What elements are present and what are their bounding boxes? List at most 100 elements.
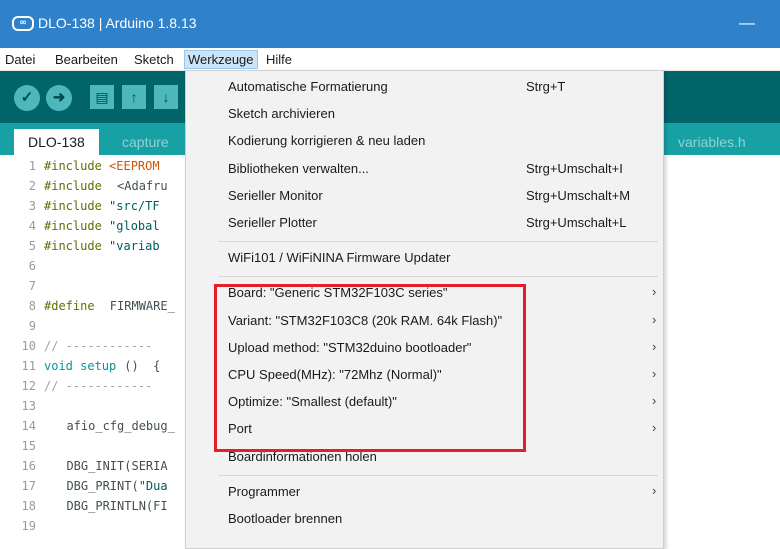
code-token: #include (44, 199, 110, 213)
menu-item-shortcut: Strg+Umschalt+M (526, 187, 631, 203)
line-number: 6 (28, 259, 36, 273)
code-token: #include (44, 239, 110, 253)
chevron-right-icon: › (652, 482, 657, 498)
line-number: 9 (28, 319, 36, 333)
menu-item[interactable]: Kodierung korrigieren & neu laden (186, 129, 663, 155)
code-line: 4 #include "global (0, 217, 160, 235)
code-text: #include "src/TF (36, 199, 160, 213)
line-number: 10 (21, 339, 36, 353)
menu-separator (218, 474, 658, 476)
code-line: 8 #define FIRMWARE_ (0, 297, 175, 315)
code-line: 2 #include <Adafru (0, 177, 168, 195)
code-token: void (44, 359, 81, 373)
menu-item[interactable]: Automatische Formatierung Strg+T (186, 75, 663, 101)
code-token: DBG_INIT(SERIA (52, 459, 168, 473)
window-title: DLO-138 | Arduino 1.8.13 (38, 15, 197, 31)
menu-item[interactable]: Bootloader brennen (186, 507, 663, 533)
tab-capture[interactable]: capture (108, 129, 183, 155)
menu-item[interactable]: Sketch archivieren (186, 102, 663, 128)
code-token: <Adafru (117, 179, 168, 193)
code-line: 14 afio_cfg_debug_ (0, 417, 175, 435)
menu-item[interactable]: CPU Speed(MHz): "72Mhz (Normal)" › (186, 363, 663, 389)
code-text: DBG_PRINT("Dua (36, 479, 167, 493)
menu-sketch[interactable]: Sketch (131, 51, 177, 68)
menu-item-label: Boardinformationen holen (228, 448, 377, 464)
menu-item-label: Automatische Formatierung (228, 79, 388, 94)
code-line: 11 void setup () { (0, 357, 161, 375)
menu-item[interactable]: Serieller Monitor Strg+Umschalt+M (186, 184, 663, 210)
code-token: DBG_PRINTLN(FI (52, 499, 168, 513)
chevron-right-icon: › (652, 284, 657, 300)
menu-item-label: WiFi101 / WiFiNINA Firmware Updater (228, 250, 451, 266)
code-line: 12 // ------------ (0, 377, 153, 395)
menu-item[interactable]: Variant: "STM32F103C8 (20k RAM. 64k Flas… (186, 309, 663, 335)
tab-variables-h[interactable]: variables.h (664, 129, 760, 155)
line-number: 16 (21, 459, 36, 473)
menu-item[interactable]: Bibliotheken verwalten... Strg+Umschalt+I (186, 157, 663, 183)
line-number: 3 (28, 199, 36, 213)
code-token: // ------------ (44, 379, 153, 393)
menu-item[interactable]: Port › (186, 417, 663, 443)
code-text: // ------------ (36, 339, 152, 353)
code-token: "src/TF (109, 199, 160, 213)
code-line: 19 (0, 517, 44, 535)
menu-item-label: Sketch archivieren (228, 106, 335, 122)
code-text: DBG_INIT(SERIA (36, 459, 168, 473)
code-text: DBG_PRINTLN(FI (36, 499, 168, 513)
menu-item-label: Kodierung korrigieren & neu laden (228, 133, 426, 149)
code-text: afio_cfg_debug_ (36, 419, 174, 433)
chevron-right-icon: › (652, 393, 657, 409)
code-token: DBG_PRINT( (52, 479, 139, 493)
menu-item-shortcut: Strg+Umschalt+L (526, 215, 627, 230)
code-text: #include "variab (36, 239, 160, 253)
menu-item-label: Bibliotheken verwalten... (228, 160, 369, 176)
menu-item[interactable]: WiFi101 / WiFiNINA Firmware Updater (186, 246, 663, 272)
verify-icon[interactable]: ✓ (14, 85, 40, 111)
tab-dlo138[interactable]: DLO-138 (14, 129, 99, 155)
save-icon[interactable]: ↓ (154, 85, 178, 109)
chevron-right-icon: › (652, 311, 657, 327)
menu-datei[interactable]: Datei (2, 51, 38, 68)
menu-item-label: Serieller Monitor (228, 187, 323, 203)
new-icon[interactable]: ▤ (90, 85, 114, 109)
code-text: void setup () { (36, 359, 160, 373)
menu-item[interactable]: Optimize: "Smallest (default)" › (186, 390, 663, 416)
menu-item[interactable]: Serieller Plotter Strg+Umschalt+L (186, 211, 663, 237)
code-token: <EEPROM (109, 159, 160, 173)
code-token: () { (124, 359, 161, 373)
code-line: 13 (0, 397, 44, 415)
menu-item[interactable]: Boardinformationen holen (186, 445, 663, 471)
line-number: 15 (21, 439, 36, 453)
line-number: 5 (28, 239, 36, 253)
menu-item-label: Serieller Plotter (228, 215, 317, 230)
menu-item[interactable]: Programmer › (186, 480, 663, 506)
code-text: // ------------ (36, 379, 152, 393)
menu-bar: Datei Bearbeiten Sketch Werkzeuge Hilfe (0, 48, 780, 71)
chevron-right-icon: › (652, 420, 657, 436)
menu-item-label: CPU Speed(MHz): "72Mhz (Normal)" (228, 367, 442, 382)
code-line: 6 (0, 257, 44, 275)
menu-bearbeiten[interactable]: Bearbeiten (52, 51, 121, 68)
menu-item[interactable]: Upload method: "STM32duino bootloader" › (186, 336, 663, 362)
code-line: 1 #include <EEPROM (0, 157, 160, 175)
menu-werkzeuge[interactable]: Werkzeuge (184, 50, 258, 69)
upload-icon[interactable]: ➜ (46, 85, 72, 111)
code-line: 17 DBG_PRINT("Dua (0, 477, 168, 495)
open-icon[interactable]: ↑ (122, 85, 146, 109)
line-number: 13 (21, 399, 36, 413)
line-number: 11 (21, 359, 36, 373)
code-token: #include (44, 179, 110, 193)
menu-item-label: Board: "Generic STM32F103C series" (228, 285, 448, 301)
menu-item[interactable]: Board: "Generic STM32F103C series" › (186, 281, 663, 307)
menu-separator (218, 241, 658, 243)
menu-hilfe[interactable]: Hilfe (263, 51, 295, 68)
menu-item-label: Optimize: "Smallest (default)" (228, 394, 397, 410)
menu-item-shortcut: Strg+Umschalt+I (526, 160, 623, 176)
menu-item-label: Programmer (228, 483, 301, 499)
minimize-button[interactable]: — (732, 12, 762, 36)
code-line: 16 DBG_INIT(SERIA (0, 457, 168, 475)
menu-item-label: Variant: "STM32F103C8 (20k RAM. 64k Flas… (228, 312, 503, 328)
